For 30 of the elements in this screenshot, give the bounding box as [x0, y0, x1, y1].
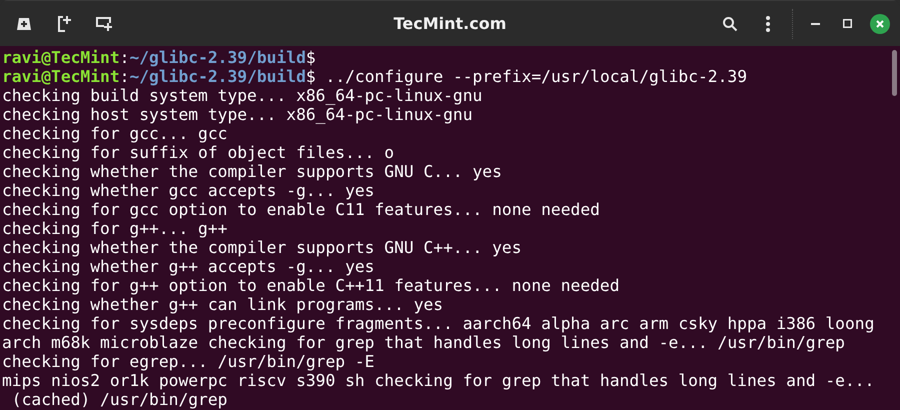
search-icon — [722, 16, 738, 32]
new-window-icon — [96, 16, 112, 30]
output-line: checking build system type... x86_64-pc-linux-gnu — [2, 86, 482, 105]
output-line: checking whether g++ accepts -g... yes — [2, 257, 374, 276]
output-line: checking whether the compiler supports GNU C... yes — [2, 162, 502, 181]
close-icon — [876, 20, 884, 28]
window-title: TecMint.com — [394, 14, 506, 33]
output-line: checking for g++... g++ — [2, 219, 228, 238]
output-line: checking host system type... x86_64-pc-linux-gnu — [2, 105, 473, 124]
output-line: checking for gcc option to enable C11 features... none needed — [2, 200, 600, 219]
new-tab-icon — [16, 16, 32, 30]
output-line: (cached) /usr/bin/grep — [10, 390, 228, 409]
scrollbar[interactable] — [892, 50, 897, 96]
maximize-icon — [842, 19, 852, 28]
output-line: checking for egrep... /usr/bin/grep -E — [2, 352, 374, 371]
prompt-line: ravi@TecMint:~/glibc-2.39/build$ ../configure --prefix=/usr/local/glibc-2.39 — [2, 67, 748, 86]
output-line: checking for g++ option to enable C++11 features... none needed — [2, 276, 620, 295]
prompt-line: ravi@TecMint:~/glibc-2.39/build$ — [2, 48, 316, 67]
output-line: checking whether the compiler supports GNU C++... yes — [2, 238, 522, 257]
close-button[interactable] — [870, 14, 890, 34]
output-line: checking whether gcc accepts -g... yes — [2, 181, 374, 200]
output-line: arch m68k microblaze checking for grep that handles long lines and -e... /usr/bin/grep — [2, 333, 845, 352]
menu-icon — [766, 16, 770, 32]
output-line: checking for gcc... gcc — [2, 124, 228, 143]
minimize-icon — [810, 22, 820, 24]
output-line: checking for suffix of object files... o — [2, 143, 394, 162]
output-line: checking for sysdeps preconfigure fragments... aarch64 alpha arc arm csky hppa i386 loong — [2, 314, 874, 333]
output-line: checking whether g++ can link programs... yes — [2, 295, 444, 314]
output-line: mips nios2 or1k powerpc riscv s390 sh checking for grep that handles long lines and -e... — [2, 371, 874, 390]
split-icon — [57, 14, 71, 32]
